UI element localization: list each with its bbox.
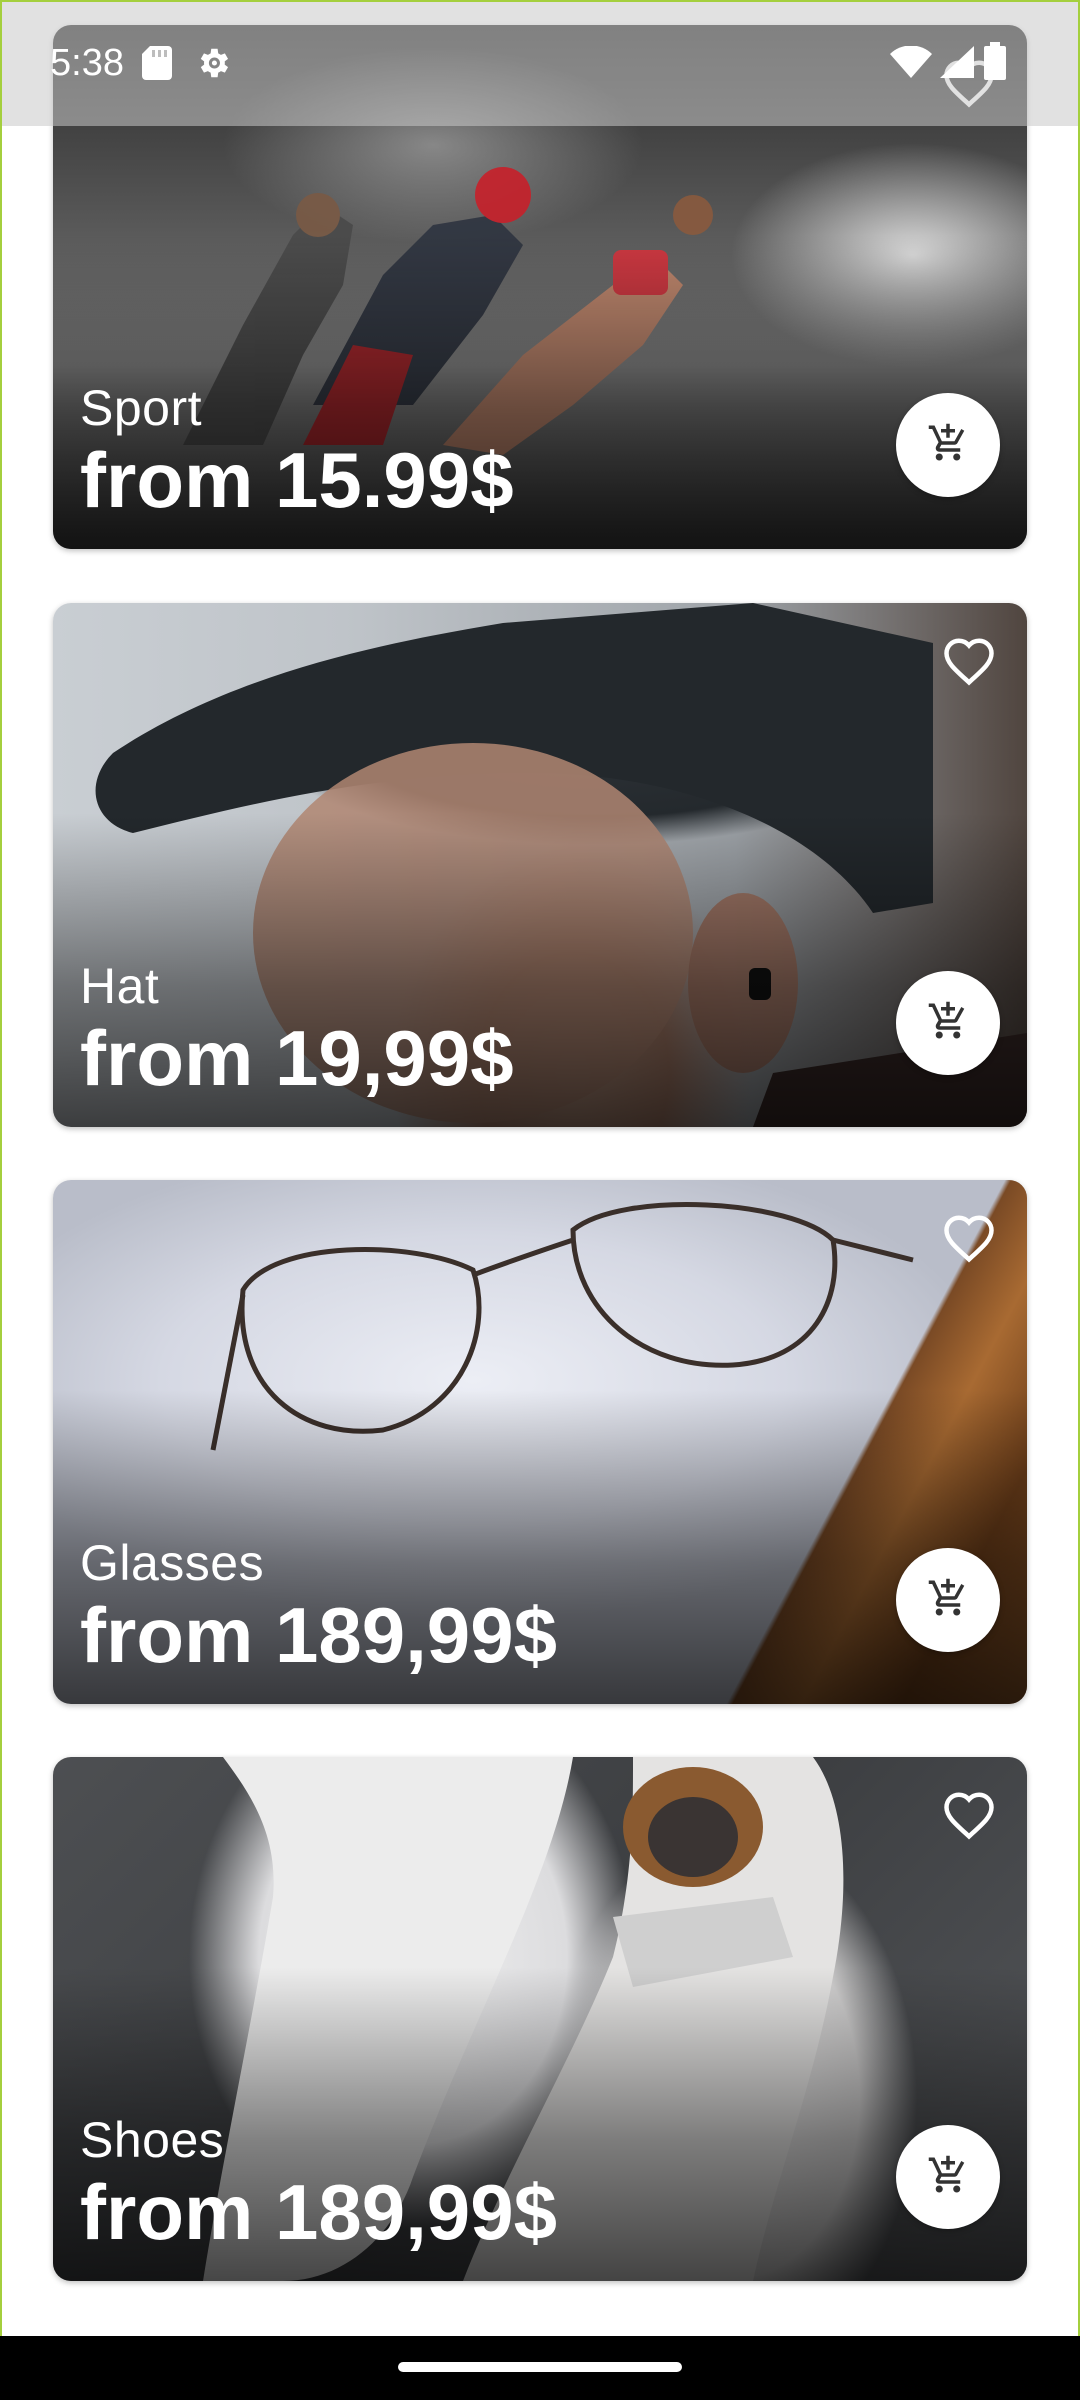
product-price: from 189,99$	[80, 2168, 557, 2256]
add-shopping-cart-icon	[927, 2154, 969, 2201]
cell-signal-icon	[940, 46, 974, 83]
add-to-cart-button[interactable]	[896, 2125, 1000, 2229]
product-card-shoes[interactable]: Shoes from 189,99$	[53, 1757, 1027, 2281]
product-price: from 15.99$	[80, 436, 514, 524]
favorite-heart-icon[interactable]	[939, 1785, 999, 1845]
home-gesture-handle[interactable]	[398, 2362, 682, 2372]
product-category: Glasses	[80, 1535, 265, 1591]
status-bar: 5:38	[0, 0, 1080, 126]
system-navigation-bar	[0, 2336, 1080, 2400]
settings-gear-icon	[194, 44, 232, 87]
product-category: Sport	[80, 380, 203, 436]
add-shopping-cart-icon	[927, 1000, 969, 1047]
status-time: 5:38	[50, 42, 124, 84]
product-price: from 19,99$	[80, 1014, 514, 1102]
add-to-cart-button[interactable]	[896, 393, 1000, 497]
wifi-icon	[890, 45, 932, 83]
product-category: Hat	[80, 958, 160, 1014]
sd-card-icon	[142, 46, 172, 85]
battery-icon	[984, 42, 1006, 85]
add-shopping-cart-icon	[927, 1577, 969, 1624]
product-category: Shoes	[80, 2112, 225, 2168]
favorite-heart-icon[interactable]	[939, 631, 999, 691]
product-card-glasses[interactable]: Glasses from 189,99$	[53, 1180, 1027, 1704]
product-list[interactable]: Sport from 15.99$ Hat from 19,99$ Glasse…	[0, 0, 1080, 2334]
product-price: from 189,99$	[80, 1591, 557, 1679]
product-card-hat[interactable]: Hat from 19,99$	[53, 603, 1027, 1127]
add-to-cart-button[interactable]	[896, 1548, 1000, 1652]
favorite-heart-icon[interactable]	[939, 1208, 999, 1268]
add-shopping-cart-icon	[927, 422, 969, 469]
add-to-cart-button[interactable]	[896, 971, 1000, 1075]
